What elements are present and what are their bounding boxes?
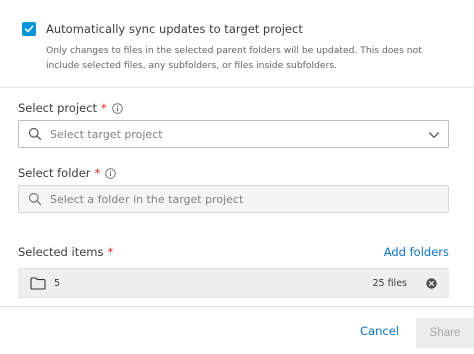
search-icon [28,127,42,141]
item-name: 5 [54,277,61,289]
sync-checkbox[interactable] [22,22,36,36]
chevron-down-icon[interactable] [428,129,440,141]
select-project-label-text: Select project [18,101,98,115]
checkmark-icon [24,25,34,33]
cancel-button[interactable]: Cancel [360,324,399,338]
select-folder-label: Select folder * [18,166,117,180]
sync-option[interactable]: Automatically sync updates to target pro… [22,22,303,36]
select-project-label: Select project * [18,101,123,115]
item-file-count: 25 files [372,277,407,289]
select-folder-label-text: Select folder [18,166,91,180]
project-select[interactable]: Select target project [18,120,449,148]
list-item: 5 25 files [18,268,449,298]
sync-note: Only changes to files in the selected pa… [46,45,422,71]
folder-input-placeholder: Select a folder in the target project [50,192,244,206]
folder-search-input[interactable]: Select a folder in the target project [18,185,449,213]
folder-icon [30,276,46,290]
search-icon [28,192,42,206]
footer-divider [0,306,474,307]
add-folders-link[interactable]: Add folders [384,245,449,259]
info-icon[interactable] [112,102,123,114]
selected-items-label: Selected items * [18,245,113,259]
required-mark: * [101,101,107,115]
divider [0,87,474,88]
project-select-placeholder: Select target project [50,127,163,141]
sync-label: Automatically sync updates to target pro… [46,22,303,36]
required-mark: * [94,166,101,180]
selected-items-label-text: Selected items [18,245,104,259]
share-button[interactable]: Share [416,318,474,348]
remove-icon[interactable] [426,277,437,289]
info-icon[interactable] [105,167,117,179]
required-mark: * [107,245,114,259]
